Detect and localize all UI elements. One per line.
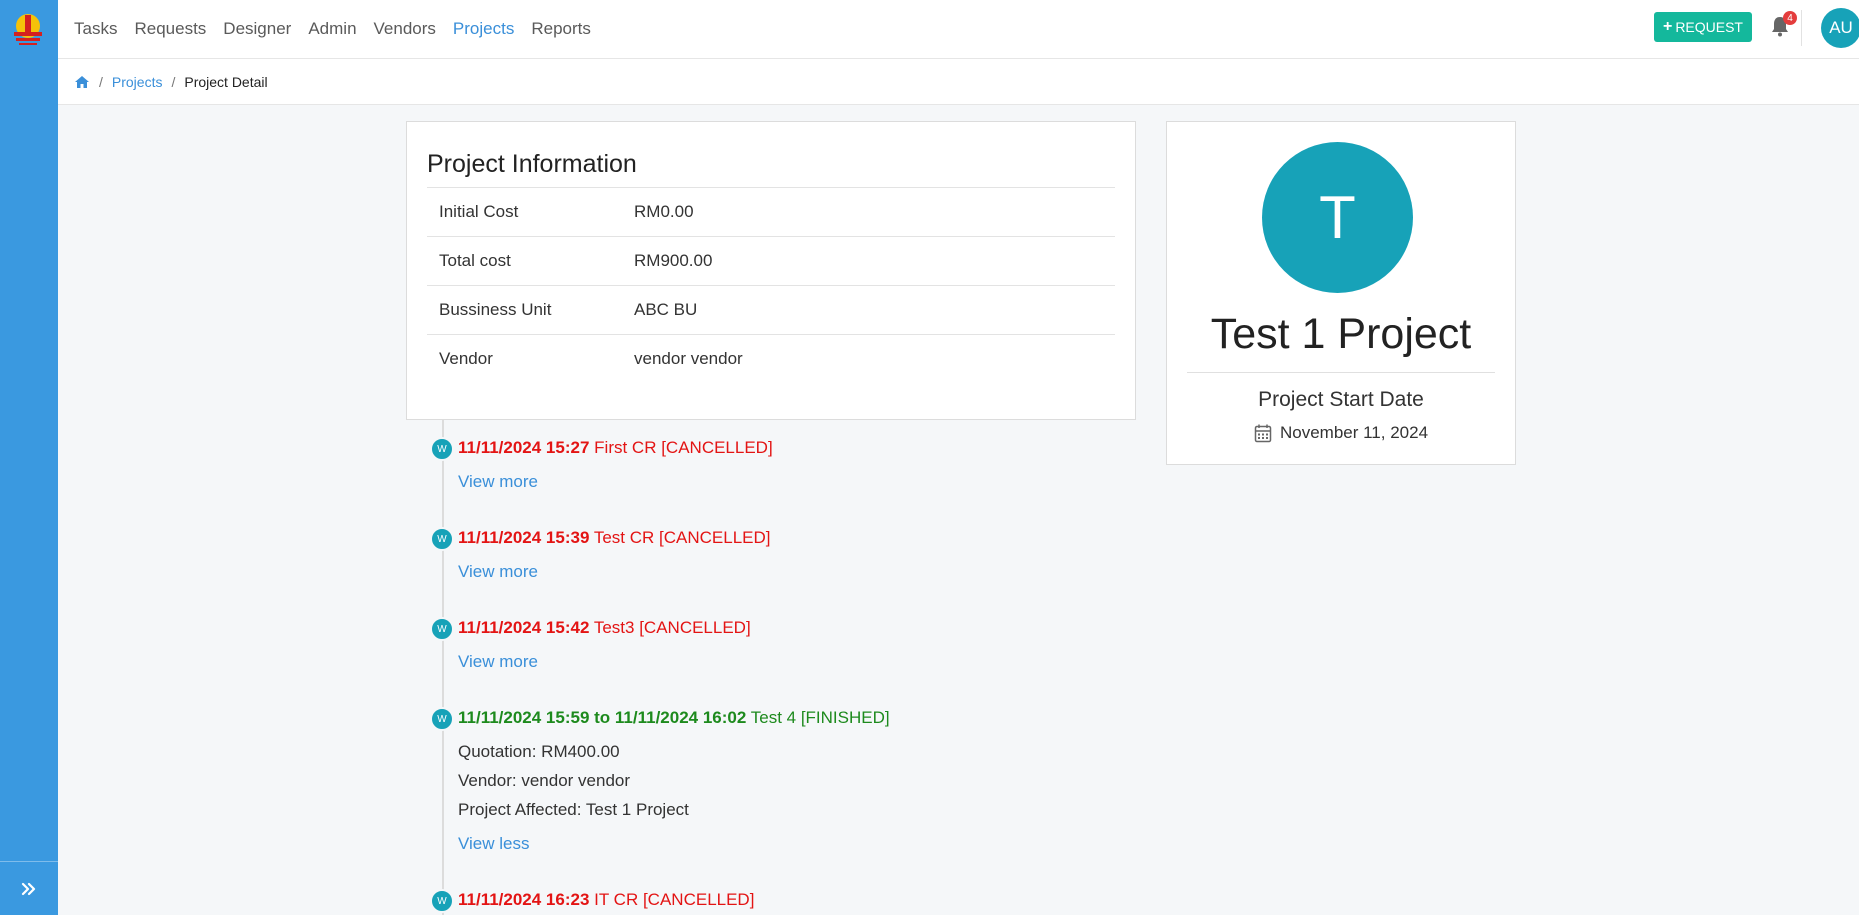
timeline-entry-time: 11/11/2024 15:42	[458, 618, 590, 637]
calendar-icon	[1254, 424, 1272, 443]
project-information-title: Project Information	[427, 150, 637, 178]
timeline-detail-vendor: Vendor: vendor vendor	[458, 771, 631, 790]
double-chevron-right-icon	[21, 882, 36, 895]
timeline-line	[442, 420, 444, 915]
plus-icon: +	[1662, 18, 1673, 35]
info-row-total-cost: Total cost RM900.00	[427, 236, 1115, 285]
project-avatar: T	[1262, 142, 1413, 293]
breadcrumb-separator: /	[171, 73, 176, 90]
timeline-avatar: W	[430, 437, 454, 461]
main-nav: Tasks Requests Designer Admin Vendors Pr…	[74, 0, 608, 58]
new-request-label: REQUEST	[1675, 19, 1743, 35]
nav-projects[interactable]: Projects	[453, 19, 514, 39]
info-value: RM900.00	[634, 251, 713, 270]
nav-tasks[interactable]: Tasks	[74, 19, 117, 39]
timeline-entry-title: Test3 [CANCELLED]	[593, 618, 751, 637]
timeline-entry-header: 11/11/2024 15:27 First CR [CANCELLED]	[458, 438, 773, 458]
info-label: Initial Cost	[439, 202, 519, 221]
timeline-detail-project-affected: Project Affected: Test 1 Project	[458, 800, 689, 819]
info-label: Bussiness Unit	[439, 300, 552, 319]
project-start-date-label: Project Start Date	[1258, 388, 1424, 411]
view-more-link[interactable]: View more	[458, 472, 538, 492]
timeline-entry-time: 11/11/2024 16:23	[458, 890, 590, 909]
timeline-entry-header: 11/11/2024 15:42 Test3 [CANCELLED]	[458, 618, 751, 638]
breadcrumb-separator: /	[99, 73, 103, 90]
timeline-entry-header: 11/11/2024 15:39 Test CR [CANCELLED]	[458, 528, 771, 548]
breadcrumb: / Projects / Project Detail	[58, 59, 1859, 105]
profile-divider	[1187, 372, 1495, 373]
nav-reports[interactable]: Reports	[531, 19, 591, 39]
timeline-detail-quotation: Quotation: RM400.00	[458, 742, 620, 761]
info-label: Vendor	[439, 349, 493, 368]
breadcrumb-projects-link[interactable]: Projects	[112, 74, 163, 90]
view-more-link[interactable]: View more	[458, 562, 538, 582]
nav-vendors[interactable]: Vendors	[374, 19, 436, 39]
view-less-link[interactable]: View less	[458, 834, 530, 854]
app-logo[interactable]	[11, 12, 45, 50]
home-icon[interactable]	[74, 75, 90, 89]
info-value: RM0.00	[634, 202, 694, 221]
project-information-card: Project Information Initial Cost RM0.00 …	[406, 121, 1136, 420]
nav-admin[interactable]: Admin	[308, 19, 356, 39]
project-start-date: November 11, 2024	[1167, 423, 1515, 443]
timeline-avatar: W	[430, 617, 454, 641]
breadcrumb-current: Project Detail	[184, 73, 268, 90]
user-avatar[interactable]: AU	[1821, 8, 1859, 48]
info-value: vendor vendor	[634, 349, 743, 368]
timeline-avatar: W	[430, 527, 454, 551]
top-navbar: Tasks Requests Designer Admin Vendors Pr…	[58, 0, 1859, 59]
timeline-entry-time: 11/11/2024 15:59 to 11/11/2024 16:02	[458, 708, 747, 727]
notification-count-badge: 4	[1783, 11, 1797, 25]
timeline-entry-title: First CR [CANCELLED]	[594, 438, 773, 457]
nav-requests[interactable]: Requests	[134, 19, 206, 39]
project-information-table: Initial Cost RM0.00 Total cost RM900.00 …	[427, 187, 1115, 383]
new-request-button[interactable]: + REQUEST	[1653, 12, 1752, 42]
project-profile-card: T Test 1 Project Project Start Date Nove…	[1166, 121, 1516, 465]
timeline-entry-time: 11/11/2024 15:27	[458, 438, 590, 457]
notifications-button[interactable]: 4	[1769, 11, 1797, 38]
timeline-entry-header: 11/11/2024 16:23 IT CR [CANCELLED]	[458, 890, 754, 910]
info-row-business-unit: Bussiness Unit ABC BU	[427, 285, 1115, 334]
nav-designer[interactable]: Designer	[223, 19, 291, 39]
timeline-avatar: W	[430, 889, 454, 913]
timeline-entry-title: IT CR [CANCELLED]	[594, 890, 755, 909]
project-start-date-value: November 11, 2024	[1279, 423, 1429, 442]
timeline-entry-time: 11/11/2024 15:39	[458, 528, 590, 547]
timeline-entry-header: 11/11/2024 15:59 to 11/11/2024 16:02 Tes…	[458, 708, 890, 728]
timeline-entry-title: Test CR [CANCELLED]	[593, 528, 771, 547]
info-row-vendor: Vendor vendor vendor	[427, 334, 1115, 383]
info-value: ABC BU	[634, 300, 698, 319]
timeline-avatar: W	[430, 707, 454, 731]
sidebar-expand-button[interactable]	[0, 861, 58, 915]
project-name: Test 1 Project	[1210, 310, 1472, 358]
nav-divider	[1801, 10, 1802, 46]
view-more-link[interactable]: View more	[458, 652, 538, 672]
timeline-entry-title: Test 4 [FINISHED]	[750, 708, 890, 727]
info-label: Total cost	[439, 251, 511, 270]
info-row-initial-cost: Initial Cost RM0.00	[427, 187, 1115, 236]
sidebar	[0, 0, 58, 915]
